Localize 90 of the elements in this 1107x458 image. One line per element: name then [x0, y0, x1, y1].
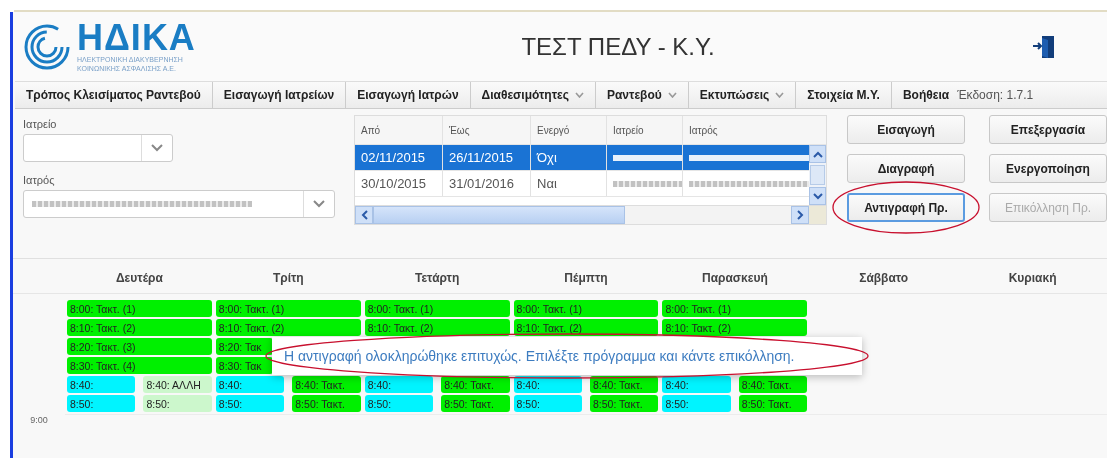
action-button[interactable]: Διαγραφή: [847, 154, 965, 183]
table-cell: 02/11/2015: [361, 150, 426, 165]
menu-item[interactable]: Εισαγωγή Ιατρών: [346, 82, 471, 108]
day-header: Τρίτη: [272, 271, 304, 285]
appointment-slot[interactable]: 8:40: Τακτ.: [441, 376, 510, 393]
vertical-scrollbar[interactable]: [809, 145, 826, 205]
column-header[interactable]: Έως: [443, 116, 531, 144]
menu-item[interactable]: Τρόπος Κλεισίματος Ραντεβού: [15, 82, 213, 108]
table-cell: 30/10/2015: [361, 176, 427, 191]
menu-item[interactable]: Διαθεσιμότητες: [470, 82, 596, 108]
appointment-slot[interactable]: 8:40:: [67, 376, 136, 393]
appointment-slot[interactable]: 8:50:: [215, 395, 285, 412]
column-header[interactable]: Από: [355, 116, 443, 144]
appointment-slot[interactable]: 8:50: Τακτ.: [441, 395, 510, 412]
appointment-slot[interactable]: 8:50:: [143, 395, 212, 412]
day-header: Παρασκευή: [701, 271, 768, 285]
action-button[interactable]: Ενεργοποίηση: [989, 154, 1107, 183]
horizontal-scrollbar[interactable]: [355, 205, 826, 224]
action-button[interactable]: Εισαγωγή: [847, 115, 965, 144]
appointment-slot[interactable]: 8:40:: [364, 376, 434, 393]
day-header: Σάββατο: [859, 271, 909, 285]
app-title: ΤΕΣΤ ΠΕΔΥ - Κ.Υ.: [520, 32, 716, 61]
scroll-right-icon: [796, 210, 804, 220]
day-header: Πέμπτη: [564, 271, 608, 285]
appointment-slot[interactable]: 8:00: Τακτ. (1): [67, 300, 212, 317]
exit-button[interactable]: [1033, 34, 1055, 59]
appointment-slot[interactable]: 8:40: ΑΛΛΗ: [143, 376, 212, 393]
field-label: Ιατρείο: [23, 118, 58, 130]
scrollbar-corner: [809, 206, 826, 224]
appointment-slot[interactable]: 8:00: Τακτ. (1): [364, 300, 510, 317]
chevron-down-icon: [313, 200, 325, 208]
table-row[interactable]: 30/10/2015 31/01/2016 Ναι: [355, 171, 809, 197]
column-header[interactable]: Ιατρείο: [607, 116, 683, 144]
appointment-slot[interactable]: 8:50:: [513, 395, 582, 412]
scroll-up-icon: [812, 150, 823, 158]
chevron-down-icon: [151, 144, 163, 152]
appointment-slot[interactable]: 8:50: Τακτ.: [292, 395, 361, 412]
appointment-slot[interactable]: 8:10: Τακτ. (2): [364, 319, 510, 336]
swirl-logo-icon: [23, 22, 71, 71]
appointment-slot[interactable]: 8:30: Τακ: [215, 357, 273, 374]
time-label: 9:00: [30, 415, 48, 425]
scroll-down-icon: [812, 192, 823, 200]
select-field[interactable]: [23, 134, 173, 162]
appointment-slot[interactable]: 8:50:: [662, 395, 731, 412]
notification-toast: Η αντιγραφή ολοκληρώθηκε επιτυχώς. Επιλέξτε πρόγραμμα και κάντε επικόλληση.: [272, 337, 862, 375]
table-cell: Όχι: [537, 150, 557, 165]
logo-wordmark: ΗΔΙΚΑ: [77, 20, 196, 55]
appointment-slot[interactable]: 8:10: Τακτ. (2): [513, 319, 659, 336]
blurred-text: [613, 154, 682, 161]
appointment-slot[interactable]: 8:50: Τακτ.: [738, 395, 808, 412]
appointment-slot[interactable]: 8:40: Τακτ.: [292, 376, 361, 393]
table-cell: Ναι: [537, 176, 557, 191]
table-row[interactable]: 02/11/2015 26/11/2015 Όχι: [355, 145, 809, 171]
column-header[interactable]: Ενεργό: [531, 116, 607, 144]
menu-item[interactable]: Εισαγωγή Ιατρείων: [212, 82, 347, 108]
appointment-slot[interactable]: 8:00: Τακτ. (1): [662, 300, 808, 317]
appointment-slot[interactable]: 8:50:: [67, 395, 136, 412]
appointment-slot[interactable]: 8:10: Τακτ. (2): [67, 319, 212, 336]
column-header[interactable]: Ιατρός: [683, 116, 826, 144]
table-cell: 26/11/2015: [449, 150, 514, 165]
blurred-text: [613, 180, 682, 187]
appointment-slot[interactable]: 8:30: Τακτ. (4): [67, 357, 212, 374]
day-header: Δευτέρα: [116, 271, 163, 285]
menu-item[interactable]: Στοιχεία Μ.Υ.: [796, 82, 892, 108]
appointment-slot[interactable]: 8:10: Τακτ. (2): [215, 319, 361, 336]
day-header: Τετάρτη: [414, 271, 460, 285]
appointment-slot[interactable]: 8:00: Τακτ. (1): [215, 300, 361, 317]
appointment-slot[interactable]: 8:40:: [215, 376, 285, 393]
appointment-slot[interactable]: 8:10: Τακτ. (2): [662, 319, 808, 336]
appointment-slot[interactable]: 8:50:: [364, 395, 434, 412]
action-button[interactable]: Επεξεργασία: [989, 115, 1107, 144]
appointment-slot[interactable]: 8:40:: [662, 376, 731, 393]
appointment-slot[interactable]: 8:40:: [513, 376, 582, 393]
appointment-slot[interactable]: 8:50: Τακτ.: [590, 395, 659, 412]
door-exit-icon: [1033, 34, 1055, 59]
day-header: Κυριακή: [1008, 271, 1057, 285]
menu-item[interactable]: Βοήθεια Έκδοση: 1.7.1: [891, 82, 1107, 108]
menu-item[interactable]: Εκτυπώσεις: [688, 82, 797, 108]
select-field[interactable]: [23, 190, 335, 218]
table-cell: 31/01/2016: [449, 176, 515, 191]
appointment-slot[interactable]: 8:20: Τακ: [215, 338, 273, 355]
version-label: Έκδοση: 1.7.1: [957, 88, 1034, 102]
menu-item[interactable]: Ραντεβού: [595, 82, 689, 108]
field-label: Ιατρός: [23, 174, 56, 186]
appointment-slot[interactable]: 8:20: Τακτ. (3): [67, 338, 212, 355]
appointment-slot[interactable]: 8:40: Τακτ.: [738, 376, 808, 393]
appointment-slot[interactable]: 8:00: Τακτ. (1): [513, 300, 659, 317]
appointment-slot[interactable]: 8:40: Τακτ.: [590, 376, 659, 393]
scroll-left-icon: [360, 210, 368, 220]
action-button[interactable]: Αντιγραφή Πρ.: [847, 193, 965, 222]
